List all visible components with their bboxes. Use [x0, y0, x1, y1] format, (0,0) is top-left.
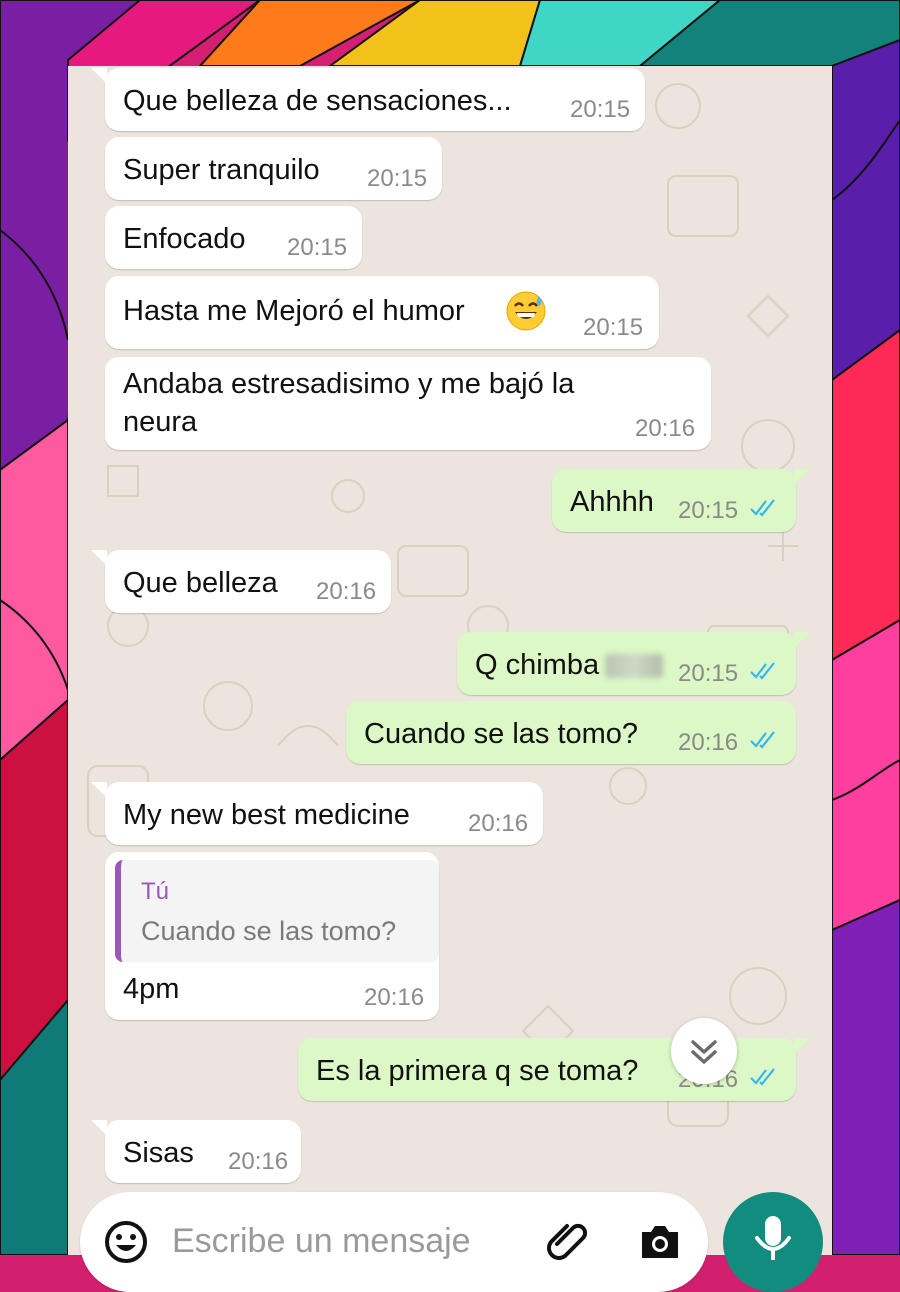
message-text: Andaba estresadisimo y me bajó la neura	[123, 368, 575, 438]
message-text: Q chimba	[475, 646, 664, 684]
message-input-bar[interactable]: Escribe un mensaje	[80, 1192, 708, 1292]
message-text: Cuando se las tomo?	[364, 718, 639, 750]
quoted-text: Cuando se las tomo?	[141, 916, 397, 946]
read-ticks-icon	[750, 1068, 775, 1086]
mic-icon	[755, 1216, 791, 1260]
message-time: 20:15	[583, 314, 644, 341]
message-time: 20:16	[635, 415, 696, 442]
quoted-author: Tú	[141, 878, 170, 905]
message-text: Hasta me Mejoró el humor	[123, 295, 465, 327]
message-text: My new best medicine	[123, 799, 410, 831]
grinning-sweat-emoji	[506, 291, 546, 331]
quoted-message[interactable]: Tú Cuando se las tomo?	[115, 860, 439, 962]
message-text-visible: Q chimba	[475, 649, 600, 681]
message-text: Sisas	[123, 1137, 194, 1169]
message-bubble[interactable]: Super tranquilo 20:15	[105, 137, 442, 200]
message-time: 20:16	[228, 1148, 289, 1175]
attach-icon[interactable]	[543, 1218, 591, 1266]
message-text: Es la primera q se toma?	[316, 1055, 639, 1087]
message-time: 20:16	[364, 984, 425, 1011]
read-ticks-icon	[750, 731, 775, 749]
voice-message-button[interactable]	[723, 1192, 823, 1292]
message-bubble[interactable]: Ahhhh 20:15	[552, 469, 810, 532]
message-time: 20:15	[287, 234, 348, 261]
blurred-content	[605, 654, 664, 679]
message-text: Super tranquilo	[123, 154, 320, 186]
message-bubble[interactable]: Que belleza 20:16	[91, 550, 391, 613]
read-ticks-icon	[750, 662, 775, 680]
message-text: Que belleza de sensaciones...	[123, 85, 512, 117]
message-bubble[interactable]: My new best medicine 20:16	[91, 782, 543, 845]
message-bubble[interactable]: Sisas 20:16	[91, 1120, 301, 1183]
message-input[interactable]: Escribe un mensaje	[172, 1222, 471, 1261]
message-time: 20:16	[468, 810, 529, 837]
message-bubble[interactable]: Cuando se las tomo? 20:16	[346, 701, 796, 764]
message-bubble[interactable]: Hasta me Mejoró el humor 20:15	[105, 276, 659, 349]
message-bubble[interactable]: Q chimba 20:15	[457, 632, 810, 695]
message-time: 20:15	[570, 96, 631, 123]
read-ticks-icon	[750, 499, 775, 517]
message-text: 4pm	[123, 973, 180, 1005]
message-bubble[interactable]: Que belleza de sensaciones... 20:15	[91, 68, 645, 131]
camera-icon[interactable]	[636, 1218, 684, 1266]
message-time: 20:16	[316, 578, 377, 605]
reply-message-bubble[interactable]: Tú Cuando se las tomo? 4pm 20:16	[105, 852, 439, 1020]
message-time: 20:15	[678, 660, 739, 687]
message-bubble[interactable]: Enfocado 20:15	[105, 206, 362, 269]
message-text: Enfocado	[123, 223, 246, 255]
message-time: 20:15	[678, 497, 739, 524]
scroll-to-bottom-button[interactable]	[671, 1018, 737, 1084]
message-time: 20:16	[678, 729, 739, 756]
emoji-icon[interactable]	[102, 1218, 150, 1266]
message-bubble[interactable]: Andaba estresadisimo y me bajó la neura …	[105, 357, 711, 450]
message-time: 20:15	[367, 165, 428, 192]
message-text: Ahhhh	[570, 486, 654, 518]
chevron-double-down-icon	[691, 1040, 717, 1064]
message-text: Que belleza	[123, 567, 278, 599]
